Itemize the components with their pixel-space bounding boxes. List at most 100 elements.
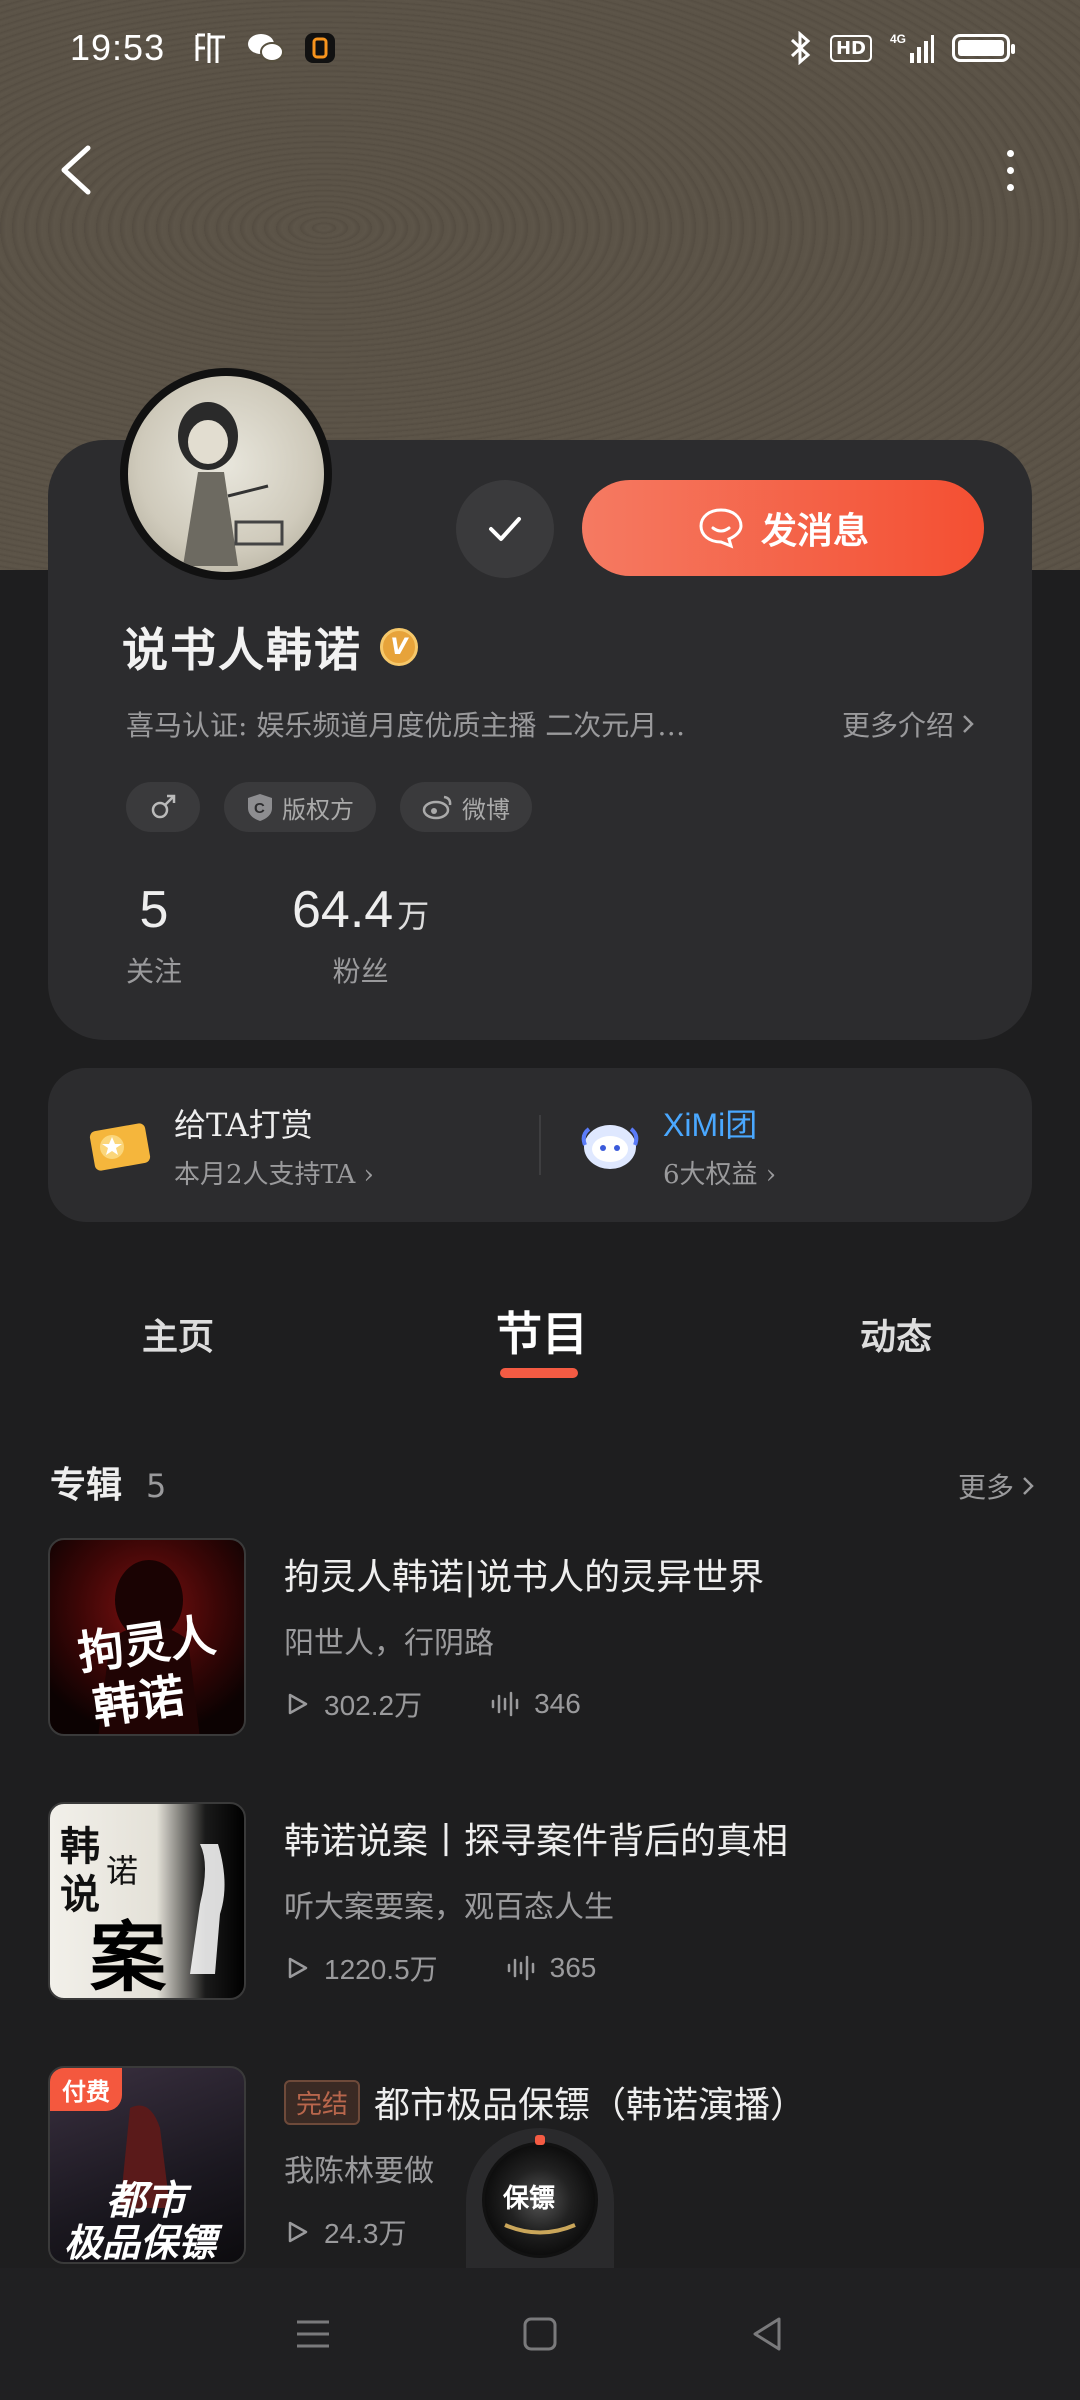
fans-label: 粉丝 (332, 955, 389, 988)
avatar-sketch-image (178, 402, 284, 566)
now-playing-disc[interactable]: 保镖 (482, 2135, 598, 2258)
copyright-tag-label: 版权方 (282, 795, 354, 824)
album-play-count: 24.3万 (324, 2218, 407, 2249)
finished-badge: 完结 (284, 2079, 361, 2125)
svg-text:极品保镖: 极品保镖 (64, 2220, 223, 2264)
album-cover: 拘灵人 韩诺 (48, 1538, 246, 1736)
fans-unit: 万 (397, 897, 430, 935)
ting-icon (193, 31, 229, 65)
certification-text: 喜马认证: 娱乐频道月度优质主播 二次元月… (126, 709, 686, 742)
tab-activity[interactable]: 动态 (860, 1308, 932, 1360)
album-item[interactable]: 韩 说 诺 案 韩诺说案丨探寻案件背后的真相 听大案要案，观百态人生 1220.… (48, 1802, 1038, 2000)
avatar[interactable] (120, 368, 332, 580)
hd-icon: HD (829, 34, 872, 62)
tab-active-indicator (500, 1368, 578, 1378)
reward-title: 给TA打赏 (174, 1105, 313, 1144)
svg-text:诺: 诺 (106, 1852, 138, 1890)
chat-bubble-icon (699, 508, 743, 549)
albums-section-header: 专辑 5 更多 (50, 1456, 1036, 1508)
tab-programs[interactable]: 节目 (496, 1298, 588, 1364)
album-description: 听大案要案，观百态人生 (284, 1890, 614, 1925)
album-description: 阳世人，行阴路 (284, 1626, 494, 1661)
copyright-tag[interactable]: C 版权方 (224, 782, 376, 832)
signal-icon: 4G (890, 31, 934, 65)
following-label: 关注 (126, 955, 183, 988)
ximi-subtitle: 6大权益 › (663, 1159, 777, 1190)
verified-badge-icon: V (380, 628, 418, 666)
mini-player[interactable]: 保镖 (466, 2128, 614, 2288)
system-navigation-bar (0, 2268, 1080, 2400)
albums-section-count: 5 (146, 1467, 167, 1505)
reward-button[interactable]: 给TA打赏 本月2人支持TA › (48, 1100, 539, 1191)
album-item[interactable]: 拘灵人 韩诺 拘灵人韩诺|说书人的灵异世界 阳世人，行阴路 302.2万 346 (48, 1538, 1038, 1736)
play-count-icon (288, 1957, 308, 1979)
bluetooth-icon (788, 31, 812, 65)
svg-text:4G: 4G (890, 32, 906, 46)
album-title: 韩诺说案丨探寻案件背后的真相 (284, 1821, 789, 1862)
album-play-count: 1220.5万 (324, 1954, 438, 1985)
send-message-label: 发消息 (760, 511, 869, 552)
svg-text:说: 说 (60, 1871, 100, 1918)
track-count-icon (491, 1691, 519, 1717)
albums-section-title: 专辑 (50, 1464, 123, 1506)
status-bar: 19:53 HD 4G (0, 0, 1080, 96)
ximi-mascot-icon (581, 1125, 639, 1169)
send-message-button[interactable]: 发消息 (582, 480, 984, 576)
reward-ticket-icon (89, 1123, 151, 1171)
menu-icon[interactable] (293, 2316, 333, 2352)
album-title: 完结 都市极品保镖（韩诺演播） (284, 2076, 806, 2128)
chevron-right-icon (1023, 1477, 1034, 1495)
svg-text:C: C (254, 800, 265, 817)
album-track-count: 365 (549, 1952, 597, 1983)
weibo-tag-label: 微博 (462, 795, 510, 824)
album-title: 拘灵人韩诺|说书人的灵异世界 (284, 1557, 765, 1598)
following-stat[interactable]: 5 关注 (126, 880, 182, 990)
ximi-title: XiMi团 (663, 1106, 758, 1143)
certification-row[interactable]: 喜马认证: 娱乐频道月度优质主播 二次元月… 更多介绍 (126, 704, 976, 744)
follow-button[interactable] (456, 480, 554, 578)
fans-count: 64.4 (292, 881, 394, 939)
back-nav-icon[interactable] (747, 2314, 787, 2354)
tab-home[interactable]: 主页 (142, 1308, 214, 1360)
status-time: 19:53 (70, 27, 166, 68)
svg-text:拘灵人: 拘灵人 (75, 1608, 219, 1681)
ximi-group-button[interactable]: XiMi团 6大权益 › (541, 1100, 1032, 1191)
following-count: 5 (139, 881, 169, 939)
chevron-right-icon (963, 715, 974, 733)
chevron-left-icon (61, 145, 91, 195)
album-cover: 付费 都市 极品保镖 (48, 2066, 246, 2264)
more-options-button[interactable] (980, 140, 1040, 200)
svg-text:保镖: 保镖 (502, 2183, 555, 2214)
notification-icon (303, 31, 337, 65)
weibo-tag[interactable]: 微博 (400, 782, 532, 832)
back-button[interactable] (50, 140, 110, 200)
paid-badge: 付费 (50, 2068, 122, 2111)
more-intro-link[interactable]: 更多介绍 (842, 704, 976, 744)
track-count-icon (507, 1955, 534, 1981)
home-icon[interactable] (520, 2314, 560, 2354)
svg-text:都市: 都市 (106, 2177, 192, 2224)
album-cover-art: 韩 说 诺 案 (60, 1823, 225, 2000)
album-cover-art: 拘灵人 韩诺 (75, 1560, 219, 1734)
play-count-icon (288, 1693, 308, 1715)
album-play-count: 302.2万 (324, 1690, 423, 1721)
checkmark-icon (489, 517, 521, 541)
svg-text:案: 案 (90, 1913, 167, 2000)
gender-tag (126, 782, 200, 832)
album-cover: 韩 说 诺 案 (48, 1802, 246, 2000)
reward-subtitle: 本月2人支持TA › (174, 1159, 374, 1190)
album-track-count: 346 (534, 1688, 581, 1719)
svg-text:韩: 韩 (60, 1823, 100, 1870)
play-count-icon (288, 2221, 308, 2243)
albums-more-link[interactable]: 更多 (958, 1466, 1036, 1506)
weibo-icon (422, 795, 452, 820)
fans-stat[interactable]: 64.4 万 粉丝 (292, 880, 429, 990)
battery-icon (952, 34, 1015, 62)
more-intro-label: 更多介绍 (841, 709, 954, 742)
copyright-icon: C (248, 794, 272, 821)
wechat-icon (247, 32, 285, 64)
reward-card: 给TA打赏 本月2人支持TA › XiMi团 6大权益 › (48, 1068, 1032, 1222)
profile-name: 说书人韩诺 (122, 623, 362, 677)
now-playing-cover: 保镖 (502, 2183, 576, 2235)
male-icon (151, 794, 176, 819)
